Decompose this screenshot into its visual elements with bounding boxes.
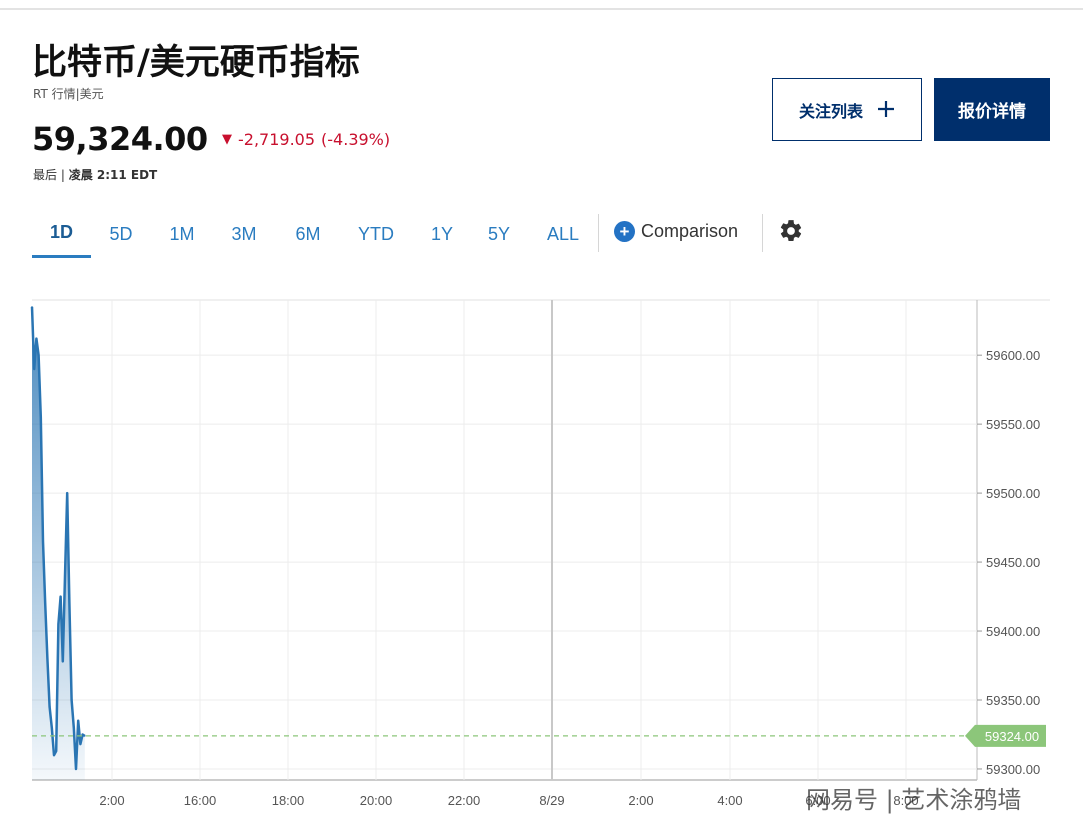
- watchlist-button[interactable]: 关注列表: [772, 78, 922, 141]
- watchlist-label: 关注列表: [798, 101, 863, 121]
- y-tick-label: 59600.00: [986, 348, 1040, 363]
- series-point: [75, 768, 77, 770]
- x-tick-label: 16:00: [184, 793, 217, 808]
- change-percent: (-4.39%): [321, 130, 391, 149]
- series-point: [33, 368, 35, 370]
- series-point: [37, 354, 40, 356]
- series-point: [84, 735, 86, 737]
- tab-all[interactable]: ALL: [537, 210, 589, 258]
- tab-separator: [598, 214, 599, 252]
- last-time: 凌晨 2:11 EDT: [68, 168, 158, 182]
- series-point: [31, 306, 33, 308]
- plus-circle-icon: +: [614, 220, 635, 242]
- series-point: [81, 733, 84, 736]
- tab-5d[interactable]: 5D: [94, 210, 148, 258]
- last-label: 最后 |: [33, 168, 69, 182]
- series-point: [66, 492, 68, 494]
- last-price: 59,324.00: [32, 120, 208, 158]
- change-value: -2,719.05: [238, 130, 316, 149]
- series-point: [51, 726, 53, 729]
- series-point: [35, 337, 38, 340]
- comparison-label: Comparison: [641, 220, 739, 241]
- series-point: [48, 706, 51, 708]
- x-tick-label: 4:00: [717, 793, 742, 808]
- quote-source: RT 行情|美元: [33, 87, 104, 101]
- series-point: [73, 726, 75, 729]
- series-point: [53, 754, 55, 756]
- x-tick-label: 22:00: [448, 793, 481, 808]
- y-tick-label: 59450.00: [986, 555, 1040, 570]
- y-tick-label: 59500.00: [986, 486, 1040, 501]
- settings-separator: [762, 214, 763, 252]
- y-tick-label: 59400.00: [986, 624, 1040, 639]
- range-tabs: 1D 5D 1M 3M 6M YTD 1Y 5Y ALL + Compariso…: [32, 210, 1050, 258]
- tab-6m[interactable]: 6M: [280, 210, 336, 258]
- quote-details-button[interactable]: 报价详情: [934, 78, 1050, 141]
- price-change: ▼ -2,719.05 (-4.39%): [222, 130, 390, 149]
- series-point: [46, 657, 49, 660]
- x-tick-label: 20:00: [360, 793, 393, 808]
- last-update: 最后 | 凌晨 2:11 EDT: [33, 166, 157, 183]
- y-tick-label: 59550.00: [986, 417, 1040, 432]
- series-point: [40, 416, 42, 419]
- tab-1y[interactable]: 1Y: [420, 210, 464, 258]
- gear-icon[interactable]: [778, 218, 804, 244]
- tab-1d[interactable]: 1D: [32, 210, 91, 258]
- series-point: [57, 623, 60, 625]
- series-point: [79, 743, 82, 745]
- series-point: [64, 575, 66, 577]
- top-divider: [0, 8, 1083, 10]
- y-tick-label: 59300.00: [986, 762, 1040, 777]
- series-point: [77, 719, 79, 722]
- x-tick-label: 2:00: [99, 793, 124, 808]
- comparison-button[interactable]: + Comparison: [614, 210, 738, 252]
- price-chart: 59600.00 59550.00 59500.00 59450.00 59400.00…: [30, 299, 1050, 808]
- x-tick-label: 2:00: [628, 793, 653, 808]
- x-tick-label: 8/29: [539, 793, 564, 808]
- series-point: [59, 595, 62, 598]
- y-tick-label: 59350.00: [986, 693, 1040, 708]
- x-tick-label: 18:00: [272, 793, 305, 808]
- down-arrow-icon: ▼: [222, 132, 232, 147]
- tab-1m[interactable]: 1M: [154, 210, 210, 258]
- page-title: 比特币/美元硬币指标: [32, 43, 360, 83]
- series-point: [42, 540, 44, 543]
- current-value-label: 59324.00: [985, 729, 1039, 744]
- tab-5y[interactable]: 5Y: [478, 210, 520, 258]
- series-point: [44, 602, 46, 605]
- series-point: [55, 750, 57, 752]
- watermark: 网易号 | 艺术涂鸦墙: [806, 786, 1022, 814]
- series-point: [62, 660, 64, 663]
- tab-3m[interactable]: 3M: [216, 210, 272, 258]
- series-point: [70, 699, 73, 701]
- plus-icon: [877, 97, 895, 123]
- series-point: [68, 602, 71, 605]
- tab-ytd[interactable]: YTD: [347, 210, 405, 258]
